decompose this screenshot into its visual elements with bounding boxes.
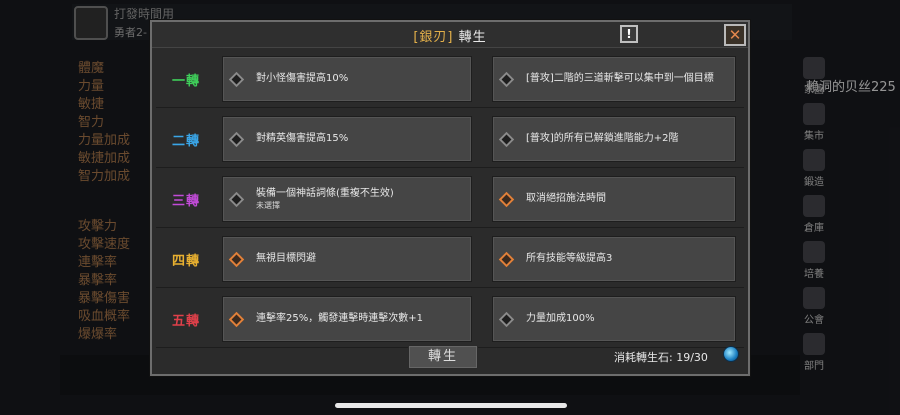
diamond-icon (228, 251, 245, 267)
option-text: 對精英傷害提高15% (256, 133, 349, 144)
tier-option-left[interactable]: 裝備一個神話詞條(重複不生效) 未選擇 (222, 176, 472, 222)
tier-option-right[interactable]: 取消絕招施法時間 (492, 176, 736, 222)
tier-row-4: 四轉 無視目標閃避 所有技能等級提高3 (156, 230, 744, 288)
diamond-icon (228, 131, 245, 147)
option-text: 對小怪傷害提高10% (256, 73, 349, 84)
info-button[interactable]: ! (620, 25, 638, 43)
title-weapon-name: 銀刃 (419, 30, 448, 45)
option-text: [普攻]的所有已解鎖進階能力+2階 (526, 133, 679, 144)
option-text: 力量加成100% (526, 313, 595, 324)
diamond-icon (498, 251, 515, 267)
option-text: 裝備一個神話詞條(重複不生效) (256, 188, 394, 199)
tier-option-left[interactable]: 對小怪傷害提高10% (222, 56, 472, 102)
tier-option-right[interactable]: 所有技能等級提高3 (492, 236, 736, 282)
close-button[interactable]: ✕ (724, 24, 746, 46)
diamond-icon (228, 191, 245, 207)
diamond-icon (498, 311, 515, 327)
tier-option-left[interactable]: 無視目標閃避 (222, 236, 472, 282)
tier-option-right[interactable]: [普攻]的所有已解鎖進階能力+2階 (492, 116, 736, 162)
tier-option-left[interactable]: 對精英傷害提高15% (222, 116, 472, 162)
tier-row-5: 五轉 連擊率25%，觸發連擊時連擊次數+1 力量加成100% (156, 290, 744, 348)
diamond-icon (228, 311, 245, 327)
diamond-icon (498, 191, 515, 207)
rebirth-button[interactable]: 轉生 (408, 345, 478, 369)
tier-option-right[interactable]: [普攻]二階的三道斬擊可以集中到一個目標 (492, 56, 736, 102)
tier-option-right[interactable]: 力量加成100% (492, 296, 736, 342)
rebirth-stone-icon (723, 346, 739, 362)
home-indicator[interactable] (335, 403, 567, 408)
tier-label: 一轉 (171, 73, 200, 89)
option-text: 無視目標閃避 (256, 253, 316, 264)
option-text: [普攻]二階的三道斬擊可以集中到一個目標 (526, 73, 714, 84)
rebirth-stone-cost: 消耗轉生石: 19/30 (614, 351, 708, 364)
title-suffix: 轉生 (458, 30, 487, 45)
title-bracket-close: ] (447, 30, 454, 45)
diamond-icon (228, 71, 245, 87)
tier-row-2: 二轉 對精英傷害提高15% [普攻]的所有已解鎖進階能力+2階 (156, 110, 744, 168)
option-text: 所有技能等級提高3 (526, 253, 613, 264)
dialog-header: [銀刃] 轉生 ! ✕ (152, 22, 748, 48)
tier-label: 四轉 (171, 253, 200, 269)
option-text: 取消絕招施法時間 (526, 193, 606, 204)
diamond-icon (498, 71, 515, 87)
rebirth-dialog: [銀刃] 轉生 ! ✕ 一轉 對小怪傷害提高10% [普攻]二階的三道斬擊可以集… (150, 20, 750, 376)
dialog-title: [銀刃] 轉生 (152, 26, 748, 45)
option-subtext: 未選擇 (256, 201, 280, 210)
tier-row-3: 三轉 裝備一個神話詞條(重複不生效) 未選擇 取消絕招施法時間 (156, 170, 744, 228)
tier-row-1: 一轉 對小怪傷害提高10% [普攻]二階的三道斬擊可以集中到一個目標 (156, 50, 744, 108)
option-text: 連擊率25%，觸發連擊時連擊次數+1 (256, 313, 423, 324)
rebirth-tier-list: 一轉 對小怪傷害提高10% [普攻]二階的三道斬擊可以集中到一個目標 二轉 對精… (156, 50, 744, 350)
diamond-icon (498, 131, 515, 147)
tier-label: 五轉 (171, 313, 200, 329)
tier-option-left[interactable]: 連擊率25%，觸發連擊時連擊次數+1 (222, 296, 472, 342)
tier-label: 三轉 (171, 193, 200, 209)
tier-label: 二轉 (171, 133, 200, 149)
